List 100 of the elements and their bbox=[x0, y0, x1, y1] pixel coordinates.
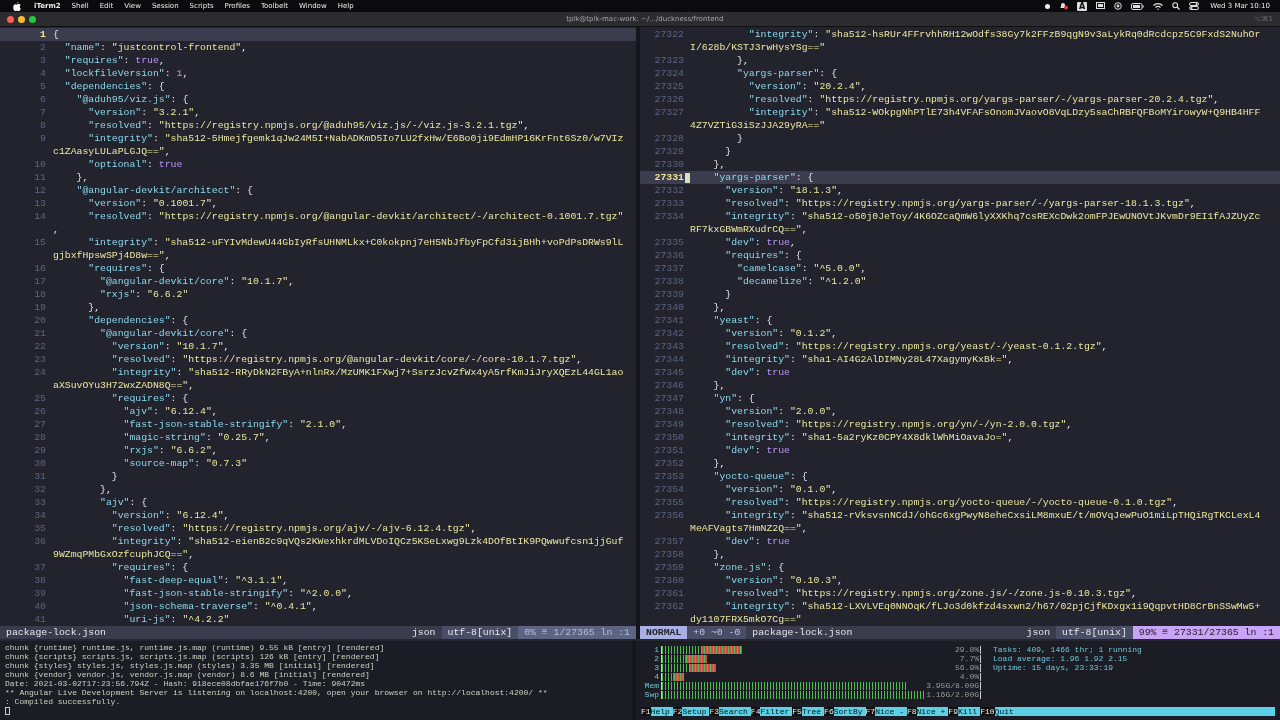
system-info: Load average: 1.96 1.92 2.15 bbox=[993, 654, 1129, 663]
line-number: 14 bbox=[33, 210, 47, 223]
wifi-icon[interactable] bbox=[1153, 2, 1164, 10]
line-number: 21 bbox=[33, 327, 47, 340]
code-line: "yeast": { bbox=[712, 314, 773, 327]
code-line: }, bbox=[712, 301, 726, 314]
line-number: 27332 bbox=[653, 184, 685, 197]
line-number: 16 bbox=[33, 262, 47, 275]
code-line: "name": "justcontrol-frontend", bbox=[63, 41, 248, 54]
code-line: }, bbox=[712, 457, 726, 470]
code-line: c1ZAasyLULaPLGJQ==", bbox=[53, 145, 171, 158]
line-number: 28 bbox=[33, 431, 47, 444]
line-number: 27352 bbox=[653, 457, 685, 470]
line-number: 36 bbox=[33, 535, 47, 548]
system-info: Uptime: 15 days, 23:33:19 bbox=[993, 663, 1115, 672]
line-number: 27336 bbox=[653, 249, 685, 262]
code-line: "integrity": "sha512-rVksvsnNCdJ/ohGc6xgPwyN8eheCxsiLM8mxuE/t/mOVqJewPuO1miLpTHQiRgTKCLexL4 bbox=[724, 509, 1261, 522]
function-key[interactable]: F4Filter bbox=[750, 707, 793, 716]
line-number: 27339 bbox=[653, 288, 685, 301]
code-line: } bbox=[724, 145, 732, 158]
file-name: package-lock.json bbox=[751, 626, 854, 639]
line-number: 41 bbox=[33, 613, 47, 626]
zoom-button[interactable] bbox=[29, 15, 36, 23]
code-line: "dev": true bbox=[724, 444, 790, 457]
code-line: }, bbox=[736, 54, 749, 67]
code-line: "source-map": "0.7.3" bbox=[122, 457, 248, 470]
line-number: 29 bbox=[33, 444, 47, 457]
code-line: "ajv": "6.12.4", bbox=[122, 405, 218, 418]
function-key[interactable]: F10Quit bbox=[980, 707, 1017, 716]
line-number: 27357 bbox=[653, 535, 685, 548]
circle-icon[interactable] bbox=[1114, 2, 1123, 10]
line-number: 22 bbox=[33, 340, 47, 353]
search-icon[interactable] bbox=[1172, 2, 1181, 10]
input-source-indicator[interactable]: A bbox=[1077, 1, 1088, 11]
code-line: "integrity": "sha512-5Hmejfgemk1qJw24M5I+NabADKmD5Io7LU2fxHw/E6Bo0ji9EdmHP16KrFnt6Sz0/w7VIz bbox=[87, 132, 624, 145]
line-number: 1 bbox=[39, 28, 47, 41]
terminal-cursor bbox=[5, 707, 10, 715]
function-key[interactable]: F8Nice + bbox=[906, 707, 949, 716]
line-number: 39 bbox=[33, 587, 47, 600]
meter-reading: 7.7% bbox=[957, 654, 979, 663]
line-number: 27337 bbox=[653, 262, 685, 275]
code-line: 4Z7VZTiG3iSzJJA29yRA==" bbox=[690, 119, 826, 132]
code-line: "@angular-devkit/architect": { bbox=[75, 184, 253, 197]
line-number: 27342 bbox=[653, 327, 685, 340]
code-line: } bbox=[736, 132, 743, 145]
line-number: 27326 bbox=[653, 93, 685, 106]
close-button[interactable] bbox=[7, 15, 14, 23]
code-line: "version": "3.2.1", bbox=[87, 106, 201, 119]
function-key[interactable]: F2Setup bbox=[672, 707, 710, 716]
line-number: 26 bbox=[33, 405, 47, 418]
line-number: 2 bbox=[39, 41, 47, 54]
code-line: }, bbox=[87, 301, 101, 314]
code-line: "integrity": "sha512-RRyDkN2FByA+nlnRx/MzUMK1FXwj7+SsrzJcvZfWx4yA5rfKmJiJryXQEzL44GL1ao bbox=[110, 366, 624, 379]
function-key[interactable]: F7Nice - bbox=[865, 707, 907, 716]
code-line: { bbox=[53, 28, 59, 41]
code-line: "version": "10.1.7", bbox=[110, 340, 230, 353]
file-encoding: utf-8[unix] bbox=[441, 626, 519, 639]
line-number: 27353 bbox=[653, 470, 685, 483]
toggle-icon[interactable] bbox=[1189, 2, 1200, 10]
code-line: }, bbox=[75, 171, 89, 184]
function-key[interactable]: F1Help bbox=[641, 707, 673, 716]
code-line: }, bbox=[99, 483, 112, 496]
terminal-line: ** Angular Live Development Server is listening on localhost:4200, open your browser on http://localhost:4200/ ** bbox=[5, 688, 549, 697]
code-line: "version": "20.2.4", bbox=[747, 80, 867, 93]
line-number: 27359 bbox=[653, 561, 685, 574]
minimize-button[interactable] bbox=[18, 15, 25, 23]
code-line: gjbxfHpswSPj4D8w==", bbox=[53, 249, 171, 262]
terminal-line: chunk {vendor} vendor.js, vendor.js.map (vendor) 8.6 MB [initial] [rendered] bbox=[5, 670, 371, 679]
line-number: 27330 bbox=[653, 158, 685, 171]
code-line: "integrity": "sha512-hsRUr4FFrvhhRH12wOdfs38Gy7k2FFzB9qgN9v3aLykRq0dRcdcpz5C9FxdS2NuhOr bbox=[747, 28, 1261, 41]
line-number: 27347 bbox=[653, 392, 685, 405]
code-line: "integrity": "sha1-5a2ryKz0CPY4X8dklWhMiOavaJo=", bbox=[724, 431, 1014, 444]
line-number: 27323 bbox=[653, 54, 685, 67]
file-name: package-lock.json bbox=[5, 626, 107, 639]
line-number: 35 bbox=[33, 522, 47, 535]
display-icon[interactable] bbox=[1096, 2, 1106, 10]
line-number: 10 bbox=[33, 158, 47, 171]
code-line: RF7kxGBWmRXudrCQ==", bbox=[690, 223, 808, 236]
line-number: 27334 bbox=[653, 210, 685, 223]
line-number: 38 bbox=[33, 574, 47, 587]
code-line: "yn": { bbox=[712, 392, 755, 405]
meter-reading: 3.95G/8.00G bbox=[924, 681, 979, 690]
code-line: "version": "2.0.0", bbox=[724, 405, 838, 418]
line-number: 27354 bbox=[653, 483, 685, 496]
code-line: "dev": true, bbox=[724, 236, 796, 249]
code-line: "version": "6.12.4", bbox=[110, 509, 230, 522]
terminal-line: : Compiled successfully. bbox=[5, 697, 122, 706]
code-line: "fast-json-stable-stringify": "2.1.0", bbox=[122, 418, 347, 431]
apple-icon[interactable] bbox=[13, 1, 21, 11]
code-line: }, bbox=[712, 548, 726, 561]
line-number: 27335 bbox=[653, 236, 685, 249]
code-line: dy1107FRX5mkO7Cg==" bbox=[690, 613, 802, 626]
battery-icon[interactable] bbox=[1131, 2, 1145, 10]
record-dot-icon[interactable] bbox=[1045, 3, 1050, 9]
bell-badge-icon[interactable] bbox=[1059, 2, 1068, 10]
code-line: "zone.js": { bbox=[712, 561, 785, 574]
line-number: 27 bbox=[33, 418, 47, 431]
line-number: 27356 bbox=[653, 509, 685, 522]
mode-indicator: NORMAL bbox=[640, 626, 688, 639]
line-number: 27355 bbox=[653, 496, 685, 509]
